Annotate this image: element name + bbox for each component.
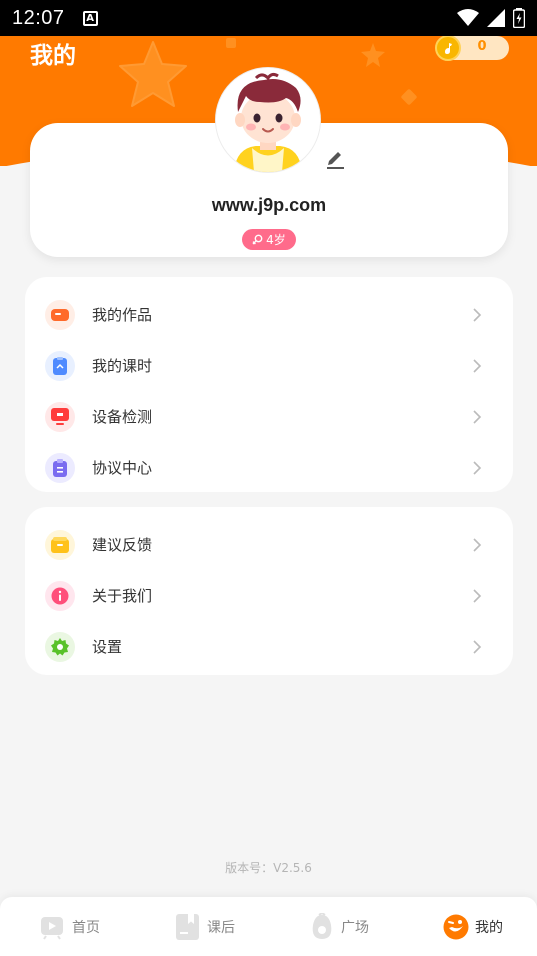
cell-signal-icon: [487, 9, 505, 27]
menu-item-about-us[interactable]: 关于我们: [25, 570, 513, 621]
tab-label: 广场: [341, 919, 369, 936]
menu-item-label: 我的作品: [92, 306, 153, 324]
menu-item-settings[interactable]: 设置: [25, 621, 513, 672]
page-title: 我的: [30, 43, 76, 69]
after-class-book-icon: [176, 913, 199, 940]
keyboard-indicator-icon: A: [82, 10, 98, 26]
decorative-star-icon: [119, 41, 187, 107]
chevron-right-icon: [473, 409, 482, 424]
edit-pencil-icon[interactable]: [325, 147, 345, 169]
profile-name: www.j9p.com: [211, 195, 327, 215]
tab-label: 我的: [475, 919, 503, 936]
decorative-dot: [400, 88, 418, 106]
chevron-right-icon: [473, 588, 482, 603]
chevron-right-icon: [473, 307, 482, 322]
profile-face-icon: [443, 914, 469, 939]
device-check-icon: [45, 401, 75, 432]
status-time: 12:07: [12, 6, 65, 29]
avatar[interactable]: [216, 68, 320, 172]
chevron-right-icon: [473, 537, 482, 552]
chevron-right-icon: [473, 639, 482, 654]
gender-icon: [252, 234, 263, 245]
lesson-hours-icon: [45, 350, 75, 381]
menu-card-secondary: 建议反馈 关于我们 设置: [25, 507, 513, 675]
tab-label: 首页: [72, 919, 100, 936]
home-play-icon: [41, 916, 63, 940]
menu-item-label: 关于我们: [92, 587, 153, 605]
tab-after-class[interactable]: 课后: [175, 897, 235, 956]
chevron-right-icon: [473, 358, 482, 373]
coin-icon: [435, 36, 461, 61]
settings-gear-icon: [45, 631, 75, 662]
menu-item-feedback[interactable]: 建议反馈: [25, 519, 513, 570]
menu-item-device-check[interactable]: 设备检测: [25, 391, 513, 442]
chevron-right-icon: [473, 460, 482, 475]
plaza-icon: [312, 912, 332, 939]
feedback-icon: [45, 529, 75, 560]
menu-item-label: 我的课时: [92, 357, 153, 375]
bottom-tab-bar: 首页 课后 广场 我的: [0, 897, 537, 956]
menu-item-label: 设备检测: [92, 408, 153, 426]
menu-item-my-works[interactable]: 我的作品: [25, 289, 513, 340]
version-text: 版本号：V2.5.6: [225, 861, 312, 875]
battery-icon: [513, 8, 525, 28]
age-text: 4岁: [266, 233, 286, 247]
status-bar: 12:07 A: [0, 0, 537, 36]
age-badge: 4岁: [242, 229, 296, 250]
decorative-dot: [226, 38, 236, 48]
agreement-icon: [45, 452, 75, 483]
wifi-icon: [457, 9, 479, 26]
menu-item-label: 协议中心: [92, 459, 153, 477]
tab-mine[interactable]: 我的: [443, 897, 503, 956]
info-icon: [45, 580, 75, 611]
tab-home[interactable]: 首页: [40, 897, 100, 956]
coin-count: 0: [477, 39, 487, 54]
tab-plaza[interactable]: 广场: [309, 897, 369, 956]
menu-item-my-lesson-hours[interactable]: 我的课时: [25, 340, 513, 391]
tab-label: 课后: [207, 919, 235, 936]
works-icon: [45, 299, 75, 330]
menu-item-agreement-center[interactable]: 协议中心: [25, 442, 513, 493]
decorative-star-icon: [361, 43, 385, 67]
menu-item-label: 建议反馈: [92, 536, 153, 554]
menu-card-primary: 我的作品 我的课时 设备检测 协议中心: [25, 277, 513, 492]
menu-item-label: 设置: [92, 638, 123, 656]
coin-balance[interactable]: 0: [435, 36, 509, 61]
